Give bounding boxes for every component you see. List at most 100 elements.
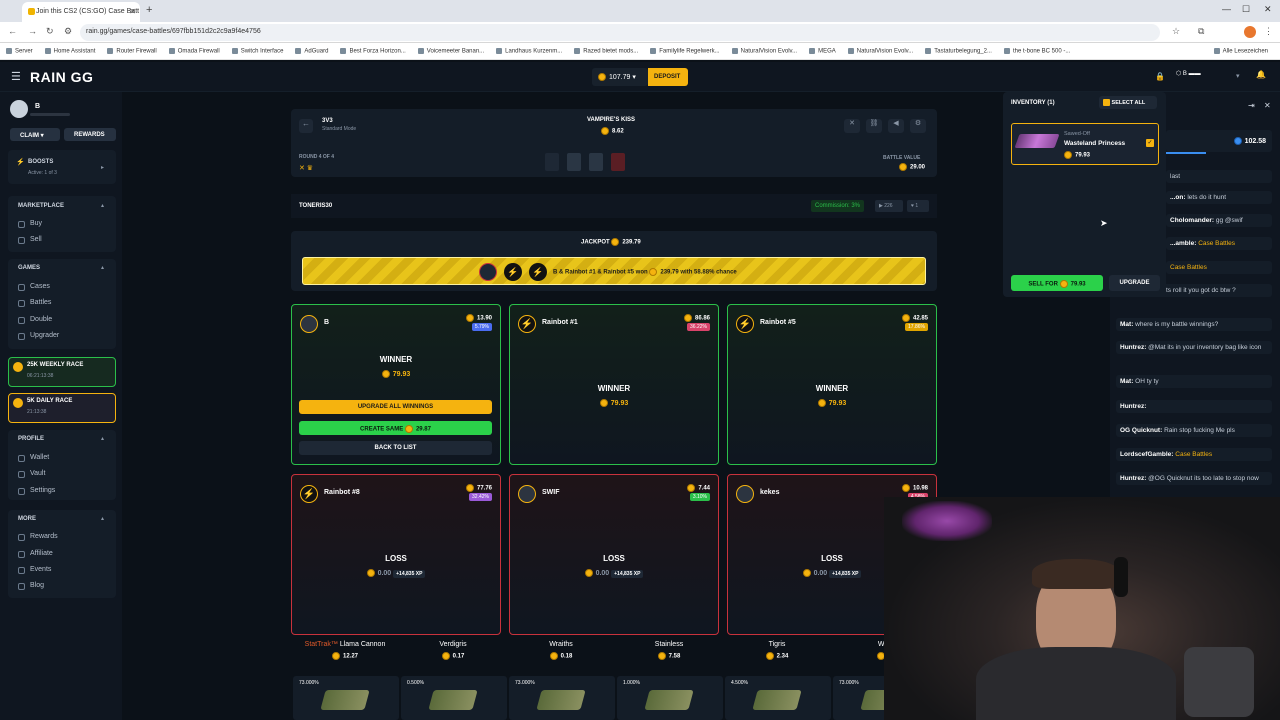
chat-username[interactable]: Huntrez: (1120, 403, 1146, 410)
chat-username[interactable]: Huntrez: (1120, 344, 1146, 351)
jackpot-amount: 239.79 (660, 269, 679, 276)
chat-username[interactable]: Mat: (1120, 321, 1133, 328)
sidebar-item-buy[interactable]: Buy (30, 220, 42, 227)
create-same-button[interactable]: CREATE SAME 29.87 (299, 421, 492, 435)
bag-icon[interactable]: 🔒 (1155, 72, 1165, 81)
bookmark-item[interactable]: Switch Interface (232, 48, 284, 55)
url-bar[interactable]: rain.gg/games/case-battles/697fbb151d2c2… (80, 24, 1160, 41)
chevron-up-icon[interactable]: ▴ (101, 264, 104, 271)
bookmark-item[interactable]: the t-bone BC 500 -... (1004, 48, 1070, 55)
balance-display[interactable]: 107.79 ▾ (592, 68, 648, 86)
daily-race-banner[interactable]: 5K DAILY RACE 21:13:38 (8, 393, 116, 423)
minimize-icon[interactable]: — (1222, 4, 1231, 14)
new-tab-icon[interactable]: + (146, 4, 152, 16)
bookmark-item[interactable]: Omada Firewall (169, 48, 220, 55)
sidebar-item-sell[interactable]: Sell (30, 236, 42, 243)
sidebar-item-wallet[interactable]: Wallet (30, 454, 49, 461)
chat-username[interactable]: ...amble: (1170, 240, 1196, 247)
hamburger-icon[interactable]: ☰ (11, 70, 21, 83)
all-bookmarks[interactable]: Alle Lesezeichen (1214, 48, 1268, 55)
claim-button[interactable]: CLAIM ▾ (10, 128, 60, 141)
bot-lightning-icon: ⚡ (518, 315, 536, 333)
inventory-item[interactable]: Sawed-Off Wasteland Princess 79.93 ✓ (1011, 123, 1159, 165)
sidebar-item-cases[interactable]: Cases (30, 283, 50, 290)
round-label: ROUND 4 OF 4 (299, 154, 335, 160)
chevron-up-icon[interactable]: ▴ (101, 435, 104, 442)
sidebar-item-events[interactable]: Events (30, 566, 51, 573)
chevron-down-icon[interactable]: ▾ (1236, 72, 1240, 80)
profile-avatar[interactable] (1244, 26, 1256, 38)
case-item-card[interactable]: 0.500% (401, 676, 507, 720)
bookmark-item[interactable]: NaturalVision Evolv... (848, 48, 913, 55)
chat-text: Case Battles (1170, 264, 1207, 271)
sound-icon[interactable]: ◀ (888, 119, 904, 133)
case-item-card[interactable]: 4.500% (725, 676, 831, 720)
deposit-button[interactable]: DEPOSIT (648, 68, 688, 86)
chat-username[interactable]: Huntrez: (1120, 475, 1146, 482)
case-item-card[interactable]: 1.000% (617, 676, 723, 720)
creator-name: TONERIS30 (299, 203, 333, 209)
bookmark-star-icon[interactable]: ☆ (1172, 26, 1180, 37)
bookmark-item[interactable]: Familylife Regelwerk... (650, 48, 719, 55)
sidebar-item-blog[interactable]: Blog (30, 582, 44, 589)
site-info-icon[interactable]: ⚙ (64, 26, 72, 37)
bookmark-item[interactable]: Razed bietet mods... (574, 48, 638, 55)
chat-username[interactable]: LordscefGamble: (1120, 451, 1173, 458)
sidebar-item-vault[interactable]: Vault (30, 470, 45, 477)
window-close-icon[interactable]: ✕ (1264, 4, 1272, 15)
forward-icon[interactable]: → (28, 26, 37, 36)
back-arrow-icon[interactable]: ← (299, 119, 313, 133)
checkbox-checked-icon[interactable]: ✓ (1146, 139, 1154, 147)
chat-username[interactable]: Mat: (1120, 378, 1133, 385)
extensions-icon[interactable]: ⧉ (1198, 26, 1204, 37)
bookmark-item[interactable]: Voicemeeter Banan... (418, 48, 484, 55)
sidebar-item-upgrader[interactable]: Upgrader (30, 332, 59, 339)
collapse-chat-icon[interactable]: ⇥ (1248, 101, 1255, 110)
user-avatar[interactable] (10, 100, 28, 118)
player-value: 10.98 (901, 484, 928, 492)
logo[interactable]: RAIN GG (30, 69, 93, 85)
bookmark-item[interactable]: Server (6, 48, 33, 55)
bookmark-item[interactable]: AdGuard (295, 48, 328, 55)
sidebar-item-settings[interactable]: Settings (30, 487, 55, 494)
link-icon[interactable]: ⛓ (866, 119, 882, 133)
select-all-button[interactable]: SELECT ALL (1099, 96, 1157, 109)
sidebar-item-double[interactable]: Double (30, 316, 52, 323)
chevron-up-icon[interactable]: ▴ (101, 515, 104, 522)
chat-username[interactable]: ...on: (1170, 194, 1186, 201)
close-icon[interactable]: ✕ (129, 7, 136, 16)
maximize-icon[interactable]: ☐ (1242, 4, 1250, 15)
user-menu[interactable]: ⬡ B ▬▬ (1176, 70, 1212, 82)
chat-username[interactable]: OG Quicknut: (1120, 427, 1162, 434)
sidebar-item-affiliate[interactable]: Affiliate (30, 550, 53, 557)
chevron-up-icon[interactable]: ▴ (101, 202, 104, 209)
case-item-card[interactable]: 73.000% (293, 676, 399, 720)
browser-tab[interactable]: Join this CS2 (CS:GO) Case Batt ✕ (22, 2, 140, 22)
gear-icon[interactable]: ⚙ (910, 119, 926, 133)
bookmark-item[interactable]: Landhaus Kurzenm... (496, 48, 562, 55)
boosts-panel[interactable]: ⚡ BOOSTS Active: 1 of 3 ▸ (8, 150, 116, 184)
case-item-card[interactable]: 73.000% (509, 676, 615, 720)
bookmark-item[interactable]: MEGA (809, 48, 836, 55)
sell-button[interactable]: SELL FOR 79.93 (1011, 275, 1103, 291)
notification-icon[interactable]: 🔔 (1256, 70, 1266, 79)
back-icon[interactable]: ← (8, 26, 17, 36)
upgrade-all-button[interactable]: UPGRADE ALL WINNINGS (299, 400, 492, 414)
likes-badge[interactable]: ♥ 1 (907, 200, 929, 212)
bookmark-item[interactable]: Best Forza Horizon... (340, 48, 405, 55)
close-icon[interactable]: ✕ (1264, 101, 1271, 110)
sidebar-item-rewards[interactable]: Rewards (30, 533, 58, 540)
reload-icon[interactable]: ↻ (46, 26, 54, 37)
rewards-button[interactable]: REWARDS (64, 128, 116, 141)
bookmark-item[interactable]: Tastaturbelegung_2... (925, 48, 992, 55)
back-to-list-button[interactable]: BACK TO LIST (299, 441, 492, 455)
upgrade-button[interactable]: UPGRADE (1109, 275, 1160, 291)
chat-username[interactable]: Cholomander: (1170, 217, 1214, 224)
bookmark-item[interactable]: Home Assistant (45, 48, 96, 55)
sidebar-item-battles[interactable]: Battles (30, 299, 51, 306)
menu-icon[interactable]: ⋮ (1264, 26, 1273, 37)
bookmark-item[interactable]: NaturalVision Evolv... (732, 48, 797, 55)
bookmark-item[interactable]: Router Firewall (107, 48, 156, 55)
close-icon[interactable]: ✕ (844, 119, 860, 133)
weekly-race-banner[interactable]: 25K WEEKLY RACE 06:21:13:38 (8, 357, 116, 387)
